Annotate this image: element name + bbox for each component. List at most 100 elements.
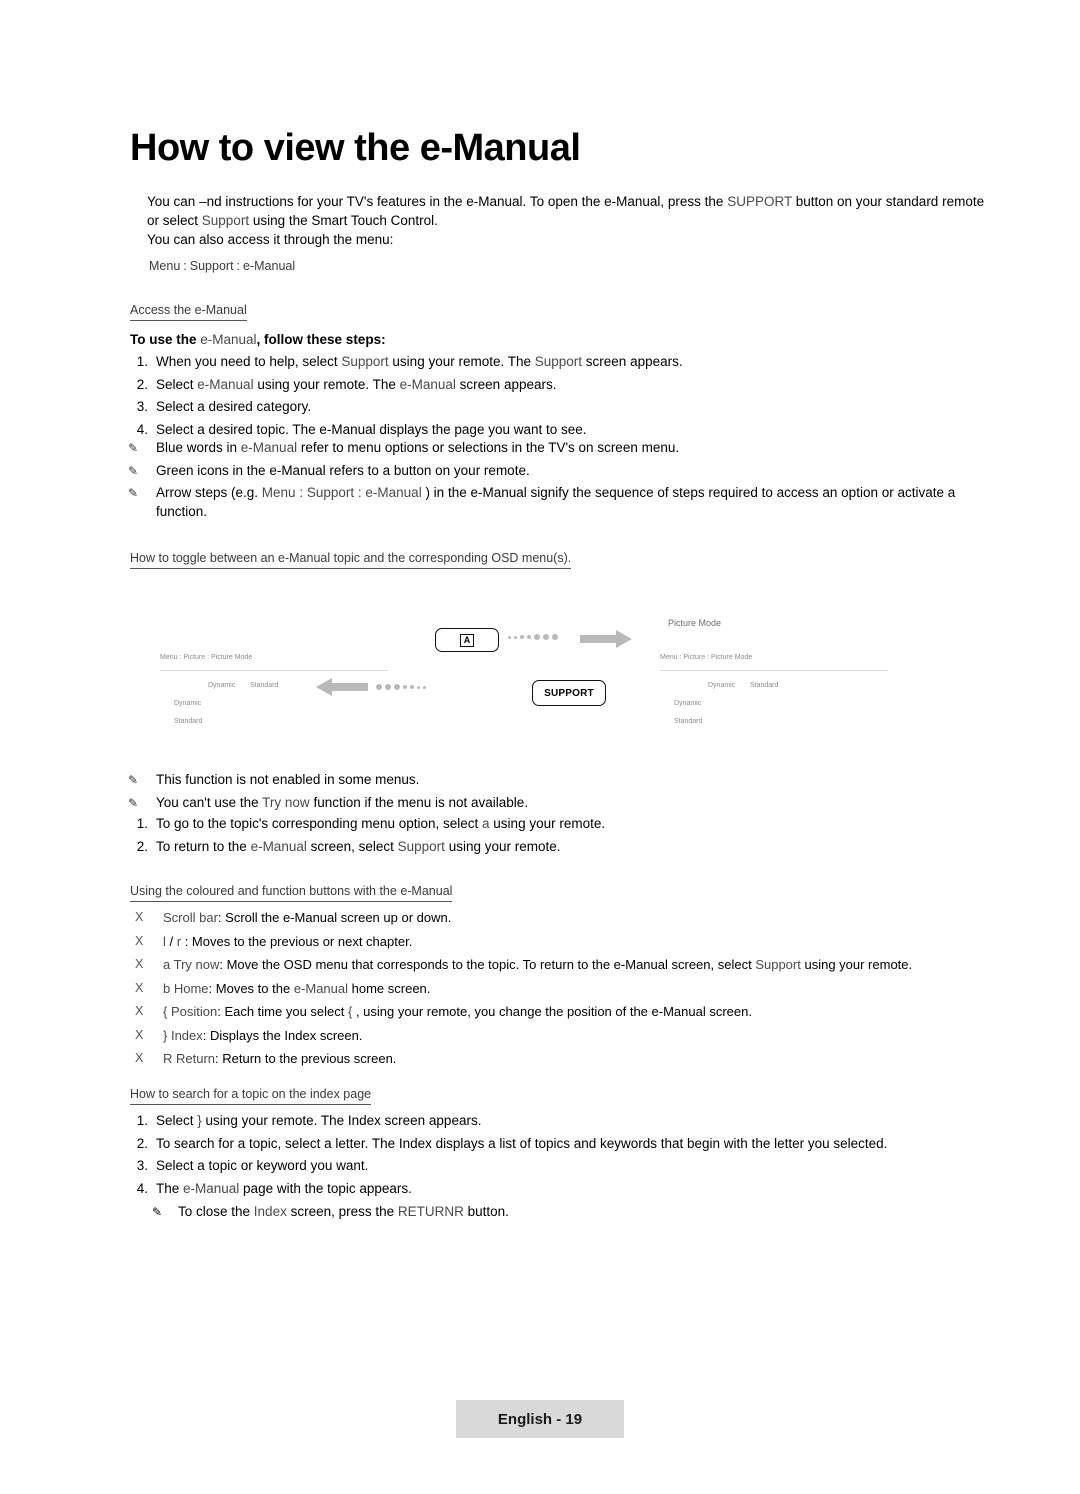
coloured-buttons-list: X Scroll bar: Scroll the e-Manual screen … [135, 908, 1035, 1073]
numbered-list-item: 2. Select e-Manual using your remote. The… [126, 375, 996, 394]
list-number: 1. [136, 1113, 148, 1128]
dots-flow-top [508, 634, 558, 640]
text-run: Menu [261, 485, 296, 500]
text-run: home screen. [348, 980, 431, 996]
text-run: Return [176, 1051, 216, 1066]
list-number: 1. [136, 816, 148, 831]
list-number: 1. [136, 354, 148, 369]
text-run: RETURN [397, 1203, 455, 1219]
button-list-item: X Scroll bar: Scroll the e-Manual screen … [135, 908, 1035, 927]
numbered-list-item: 1. Select } using your remote. The Index … [126, 1111, 1026, 1130]
toggle-notes-list: ✎ This function is not enabled in some me… [126, 770, 1006, 815]
list-number: 3. [136, 1158, 148, 1173]
bullet-marker-icon: X [135, 1027, 144, 1042]
text-run: To go to the topic's corresponding menu … [156, 816, 483, 831]
text-run: Select [156, 376, 198, 392]
text-run: To close the [178, 1203, 254, 1219]
button-list-item: X{ Position: Each time you select { , us… [135, 1002, 1035, 1021]
text-run: This function is not enabled in some men… [156, 772, 420, 787]
access-notes-list: ✎ Blue words in e-Manual refer to menu op… [126, 438, 1006, 525]
dot-icon [394, 684, 400, 690]
osd-right-row-3: Standard [674, 718, 703, 725]
pencil-note-icon: ✎ [128, 463, 139, 478]
dot-icon [376, 684, 382, 690]
numbered-list-item: 2. To search for a topic, select a letter… [126, 1134, 1026, 1153]
text-run: Select a desired topic. The e-Manual dis… [156, 421, 587, 437]
osd-left-breadcrumb: Menu : Picture : Picture Mode [160, 654, 253, 661]
access-lead-c: , follow these steps: [256, 332, 386, 347]
bullet-marker-icon: X [135, 933, 144, 948]
text-run: page with the topic appears. [239, 1180, 412, 1196]
arrow-separator-icon: : [183, 259, 187, 273]
picture-mode-label: Picture Mode [668, 618, 722, 628]
dot-icon [385, 684, 391, 690]
text-run: Blue words in [156, 440, 241, 455]
text-run: Index [170, 1027, 203, 1043]
text-run: using your remote. The [388, 354, 535, 369]
note-list-item: ✎ Green icons in the e-Manual refers to a… [126, 461, 1006, 480]
text-run: Support [341, 354, 389, 369]
access-lead-text: To use the e-Manual, follow these steps: [130, 330, 386, 349]
section-heading-access-a: Access the [130, 303, 192, 317]
list-number: 4. [136, 421, 148, 437]
arrow-right-body [580, 635, 616, 643]
menu-path-2: e-Manual [243, 259, 296, 273]
text-run: To search for a topic, select a letter. … [156, 1135, 888, 1151]
text-run: : Displays the Index screen. [202, 1027, 363, 1043]
text-run: Position [170, 1004, 218, 1019]
dot-icon [520, 635, 524, 639]
text-run: : Scroll the e-Manual screen up or down. [217, 910, 452, 925]
text-run: refer to menu options or selections in t… [297, 440, 680, 455]
section-heading-search: How to search for a topic on the index p… [130, 1087, 372, 1105]
button-list-item: X} Index: Displays the Index screen. [135, 1026, 1035, 1045]
section-heading-toggle: How to toggle between an e-Manual topic … [130, 551, 572, 569]
text-run: Support [534, 354, 583, 369]
list-number: 3. [136, 399, 148, 414]
numbered-list-item: 1. To go to the topic's corresponding men… [126, 814, 1006, 833]
divider [160, 670, 388, 671]
numbered-list-item: 3. Select a topic or keyword you want. [126, 1156, 1026, 1175]
text-run: Scroll bar [163, 910, 218, 925]
text-run: Support [397, 838, 445, 854]
text-run: The [156, 1180, 184, 1196]
remote-a-button-chip[interactable]: A [435, 628, 499, 652]
text-run: : Each time you select [217, 1004, 348, 1019]
bullet-marker-icon: X [135, 957, 144, 971]
button-list-item: Xa Try now: Move the OSD menu that corre… [135, 955, 1035, 974]
intro-paragraph: You can –nd instructions for your TV's f… [147, 192, 987, 230]
text-run: screen, press the [286, 1203, 398, 1219]
dots-flow-bottom [376, 684, 426, 690]
text-run: Support [755, 957, 801, 972]
dot-icon [403, 685, 407, 689]
bullet-marker-icon: X [135, 1051, 144, 1065]
text-run: Support [306, 485, 355, 500]
intro-text-b: –nd instructions for your TV's features … [199, 194, 728, 209]
osd-right-row-0: Dynamic [708, 682, 736, 689]
dot-icon [552, 634, 558, 640]
text-run: : Moves to the previous or next chapter. [181, 933, 413, 949]
list-number: 2. [136, 1135, 148, 1151]
text-run: e-Manual [183, 1180, 240, 1196]
bullet-marker-icon: X [135, 1004, 144, 1018]
text-run: : [354, 485, 366, 500]
button-list-item: X R Return: Return to the previous screen… [135, 1049, 1035, 1068]
text-run: You can't use the [156, 794, 263, 810]
osd-left-row-2: Dynamic [174, 700, 202, 707]
intro-second-line: You can also access it through the menu: [147, 232, 394, 247]
bullet-marker-icon: X [135, 980, 144, 995]
text-run: , using your remote, you change the posi… [352, 1004, 752, 1019]
list-number: 4. [136, 1180, 148, 1196]
button-list-item: Xb Home: Moves to the e-Manual home scre… [135, 979, 1035, 998]
support-button-chip[interactable]: SUPPORT [532, 680, 606, 706]
text-run: e-Manual [293, 980, 349, 996]
arrow-right-icon [616, 630, 632, 648]
divider [660, 670, 888, 671]
toggle-steps-list: 1. To go to the topic's corresponding men… [126, 814, 1006, 859]
text-run: using your remote. The [253, 376, 400, 392]
text-run: e-Manual [240, 440, 298, 455]
dot-icon [534, 634, 540, 640]
text-run: R [454, 1203, 464, 1219]
access-steps-list: 1. When you need to help, select Support … [126, 352, 996, 442]
dot-icon [423, 685, 426, 689]
intro-support-word-2: Support [201, 213, 250, 228]
